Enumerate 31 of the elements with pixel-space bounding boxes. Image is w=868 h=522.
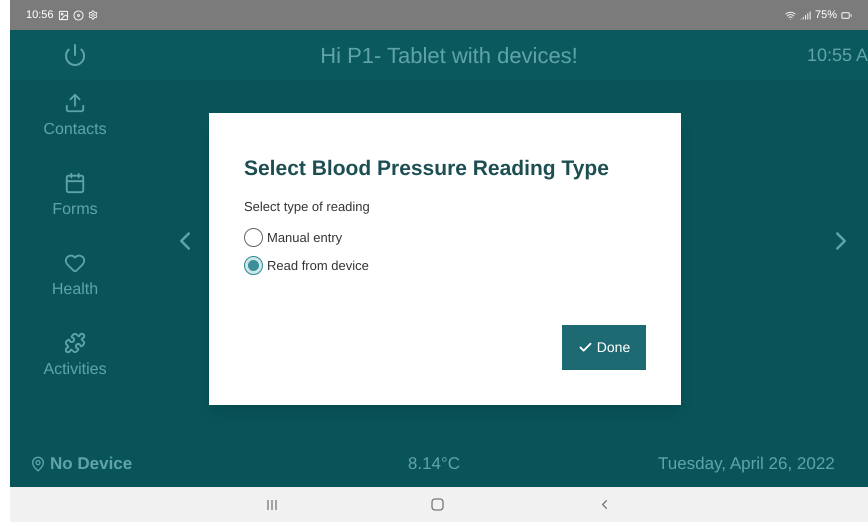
radio-label: Read from device [267, 256, 369, 274]
status-time: 10:56 [26, 8, 54, 23]
dialog-title: Select Blood Pressure Reading Type [244, 156, 610, 182]
puzzle-icon [64, 332, 86, 354]
done-button[interactable]: Done [562, 325, 646, 370]
disc-icon [72, 10, 84, 20]
upload-icon [64, 92, 86, 114]
sidebar-item[interactable]: Health [52, 252, 98, 302]
date: Tuesday, April 26, 2022 [658, 453, 836, 476]
wifi-icon [784, 10, 796, 20]
home-icon[interactable] [430, 498, 444, 511]
heart-icon [64, 252, 86, 274]
sidebar-item[interactable]: Contacts [43, 92, 107, 142]
radio-label: Manual entry [267, 229, 342, 247]
battery-icon [841, 10, 852, 20]
power-icon[interactable] [63, 43, 87, 67]
battery-level: 75% [814, 8, 837, 23]
calendar-icon [64, 172, 86, 194]
radio-button[interactable] [244, 256, 263, 275]
settings-icon [88, 10, 98, 20]
sidebar-item[interactable]: Activities [43, 332, 107, 382]
header-title: Hi P1- Tablet with devices! [319, 42, 579, 70]
device-status: No Device [50, 453, 132, 476]
header-time: 10:55 A [806, 44, 868, 66]
image-icon [58, 10, 69, 20]
recent-apps-icon[interactable] [266, 498, 278, 510]
sidebar-item[interactable]: Forms [52, 172, 98, 222]
dialog-prompt: Select type of reading [244, 198, 371, 216]
radio-button[interactable] [244, 228, 263, 248]
pin-icon [30, 456, 46, 472]
temperature: 8.14°C [406, 453, 462, 476]
